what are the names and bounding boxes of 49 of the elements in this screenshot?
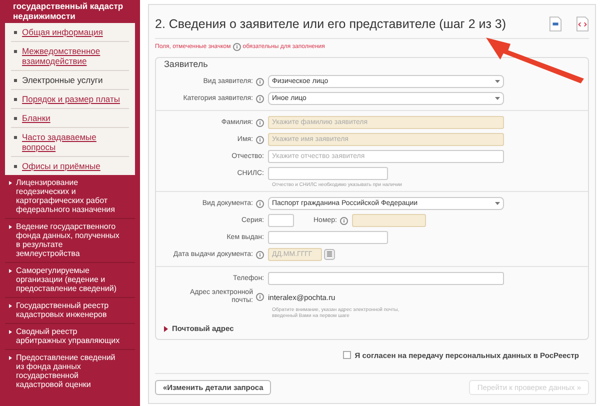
- caret-icon: [495, 202, 500, 206]
- bullet-icon: [14, 98, 17, 101]
- info-icon: [256, 94, 264, 103]
- code-file-icon[interactable]: [576, 16, 589, 32]
- caret-icon: [9, 330, 12, 334]
- input-field[interactable]: [352, 214, 426, 228]
- caret-icon: [9, 181, 12, 185]
- sidebar-link[interactable]: Лицензирование геодезических и картографических работ федерального назначения: [16, 178, 125, 214]
- submenu-link[interactable]: Офисы и приёмные: [22, 161, 100, 171]
- input-field[interactable]: [268, 167, 388, 180]
- calendar-icon[interactable]: [324, 249, 336, 260]
- info-icon: [256, 78, 264, 86]
- submenu-link[interactable]: Общая информация: [22, 27, 103, 37]
- caret-icon: [9, 225, 12, 229]
- caret-icon: [9, 304, 12, 308]
- document-icon[interactable]: [549, 16, 562, 32]
- caret-icon: [9, 269, 12, 273]
- bullet-icon: [14, 165, 17, 168]
- checkbox[interactable]: [342, 351, 351, 360]
- sidebar-link[interactable]: Государственный реестр кадастровых инженеров: [16, 301, 125, 319]
- sidebar-link[interactable]: Саморегулируемые организации (ведение и предоставление сведений): [16, 266, 125, 293]
- submenu-link[interactable]: Бланки: [22, 113, 50, 123]
- info-icon: [340, 216, 348, 225]
- bullet-icon: [14, 79, 17, 82]
- caret-icon: [495, 97, 500, 100]
- bullet-icon: [14, 117, 17, 120]
- sidebar-link[interactable]: Ведение государственного фонда данных, полученных в результате землеустройства: [16, 222, 125, 258]
- caret-icon: [495, 80, 500, 84]
- submenu-link[interactable]: Порядок и размер платы: [22, 94, 120, 104]
- bullet-icon: [14, 50, 17, 53]
- submenu-item[interactable]: Электронные услуги: [22, 75, 103, 85]
- sidebar-header: государственный кадастр недвижимости: [12, 0, 124, 23]
- input-field[interactable]: [268, 272, 504, 286]
- submenu-link[interactable]: Часто задаваемые вопросы: [22, 132, 126, 152]
- page-title: 2. Сведения о заявителе или его представителе (шаг 2 из 3): [155, 16, 508, 33]
- caret-icon: [9, 356, 12, 360]
- sidebar-link[interactable]: Предоставление сведений из фонда данных государственной кадастровой оценки: [16, 353, 125, 389]
- sidebar-link[interactable]: Сводный реестр арбитражных управляющих: [16, 327, 125, 345]
- bullet-icon: [14, 31, 17, 34]
- info-icon: [256, 200, 264, 208]
- info-icon: [256, 250, 264, 259]
- input-field[interactable]: [268, 214, 294, 228]
- input-field[interactable]: [268, 231, 388, 244]
- info-icon: [256, 118, 264, 127]
- info-icon: [256, 293, 264, 302]
- info-icon: [256, 136, 264, 144]
- submenu-link[interactable]: Межведомственное взаимодействие: [22, 46, 126, 66]
- bullet-icon: [14, 136, 17, 139]
- info-icon: [232, 43, 241, 52]
